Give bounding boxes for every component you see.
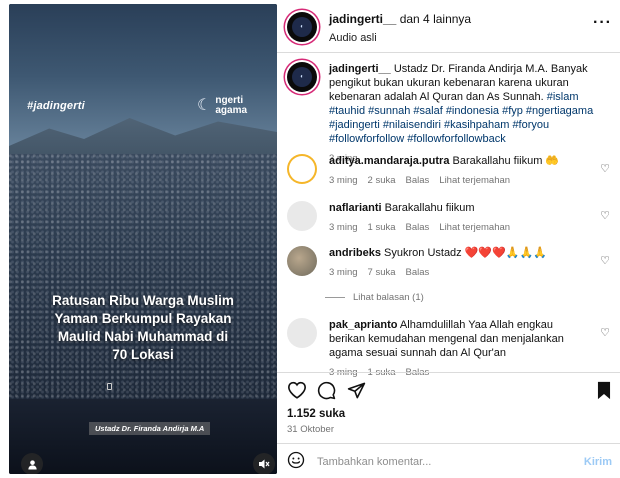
avatar[interactable]: ◐ [287,62,317,92]
send-icon[interactable] [347,379,377,401]
comment-time: 3 ming [329,175,358,186]
avatar-logo: ◐ [292,67,312,87]
more-icon[interactable]: ··· [593,15,612,31]
comment-text: Barakallahu fiikum 🤲 [452,155,560,167]
caption-username[interactable]: jadingerti__ [329,63,391,75]
view-replies-button[interactable]: Lihat balasan (1) [325,292,424,303]
video-hashtag-overlay: #jadingerti [27,100,85,112]
header-divider [277,52,620,53]
avatar[interactable] [287,201,317,231]
post-date: 31 Oktober [287,424,334,435]
comment-likes[interactable]: 2 suka [368,174,396,188]
header-and-others[interactable]: dan 4 lainnya [400,12,471,26]
user-icon[interactable] [21,453,43,474]
video-crowd [9,154,277,404]
comment-time: 3 ming [329,267,358,278]
heart-icon[interactable]: ♡ [598,209,612,235]
brand-logo: ☾ ngerti agama [197,96,247,116]
comment-likes[interactable]: 1 suka [368,221,396,235]
actions-divider [277,372,620,373]
bookmark-icon[interactable] [582,379,612,401]
video-bottom [9,399,277,474]
comment-username[interactable]: naflarianti [329,202,382,214]
translate-button[interactable]: Lihat terjemahan [439,221,510,235]
header-user-line: jadingerti__ dan 4 lainnya [329,12,581,26]
mute-icon[interactable] [253,453,275,474]
comment-likes[interactable]: 7 suka [368,266,396,280]
replies-line [325,297,345,298]
heart-icon[interactable] [287,379,317,401]
avatar[interactable]: ◐ [287,12,317,42]
action-bar [287,378,612,402]
heart-icon[interactable]: ♡ [598,162,612,188]
reply-button[interactable]: Balas [406,266,430,280]
video-indicator [107,383,112,390]
comment-text: Syukron Ustadz ❤️❤️❤️🙏🙏🙏 [384,247,547,259]
avatar[interactable] [287,246,317,276]
avatar[interactable] [287,318,317,348]
comment-username[interactable]: aditya.mandaraja.putra [329,155,449,167]
comment-username[interactable]: pak_aprianto [329,319,397,331]
comment-item: naflarianti Barakallahu fiikum 3 ming 1 … [287,201,612,235]
comment-composer: Kirim [287,451,612,473]
heart-icon[interactable]: ♡ [598,254,612,280]
post-panel: ◐ jadingerti__ dan 4 lainnya Audio asli … [277,0,620,478]
comment-time: 3 ming [329,222,358,233]
composer-divider [277,443,620,444]
header-username[interactable]: jadingerti__ [329,12,396,26]
video-headline: Ratusan Ribu Warga Muslim Yaman Berkumpu… [52,293,234,362]
comment-item: andribeks Syukron Ustadz ❤️❤️❤️🙏🙏🙏 3 min… [287,246,612,280]
video-player[interactable]: #jadingerti ☾ ngerti agama Ratusan Ribu … [9,4,277,474]
comment-item: aditya.mandaraja.putra Barakallahu fiiku… [287,154,612,188]
reply-button[interactable]: Balas [406,174,430,188]
video-caption: Ustadz Dr. Firanda Andirja M.A [89,422,211,435]
post-comment-button[interactable]: Kirim [584,456,612,468]
comment-input[interactable] [317,456,572,468]
reply-button[interactable]: Balas [406,221,430,235]
comment-icon[interactable] [317,379,347,401]
view-replies-label: Lihat balasan (1) [353,292,424,303]
comment-item: pak_aprianto Alhamdulillah Yaa Allah eng… [287,318,612,380]
comment-username[interactable]: andribeks [329,247,381,259]
likes-count[interactable]: 1.152 suka [287,408,345,420]
moon-icon: ☾ [197,97,212,114]
translate-button[interactable]: Lihat terjemahan [439,174,510,188]
comment-text: Barakallahu fiikum [384,202,475,214]
post-header: ◐ jadingerti__ dan 4 lainnya Audio asli … [287,12,612,52]
emoji-icon[interactable] [287,451,305,474]
avatar[interactable] [287,154,317,184]
header-audio[interactable]: Audio asli [329,32,581,44]
post-caption: ◐ jadingerti__ Ustadz Dr. Firanda Andirj… [287,62,612,166]
avatar-logo: ◐ [292,17,312,37]
brand-text-line2: agama [215,105,248,116]
